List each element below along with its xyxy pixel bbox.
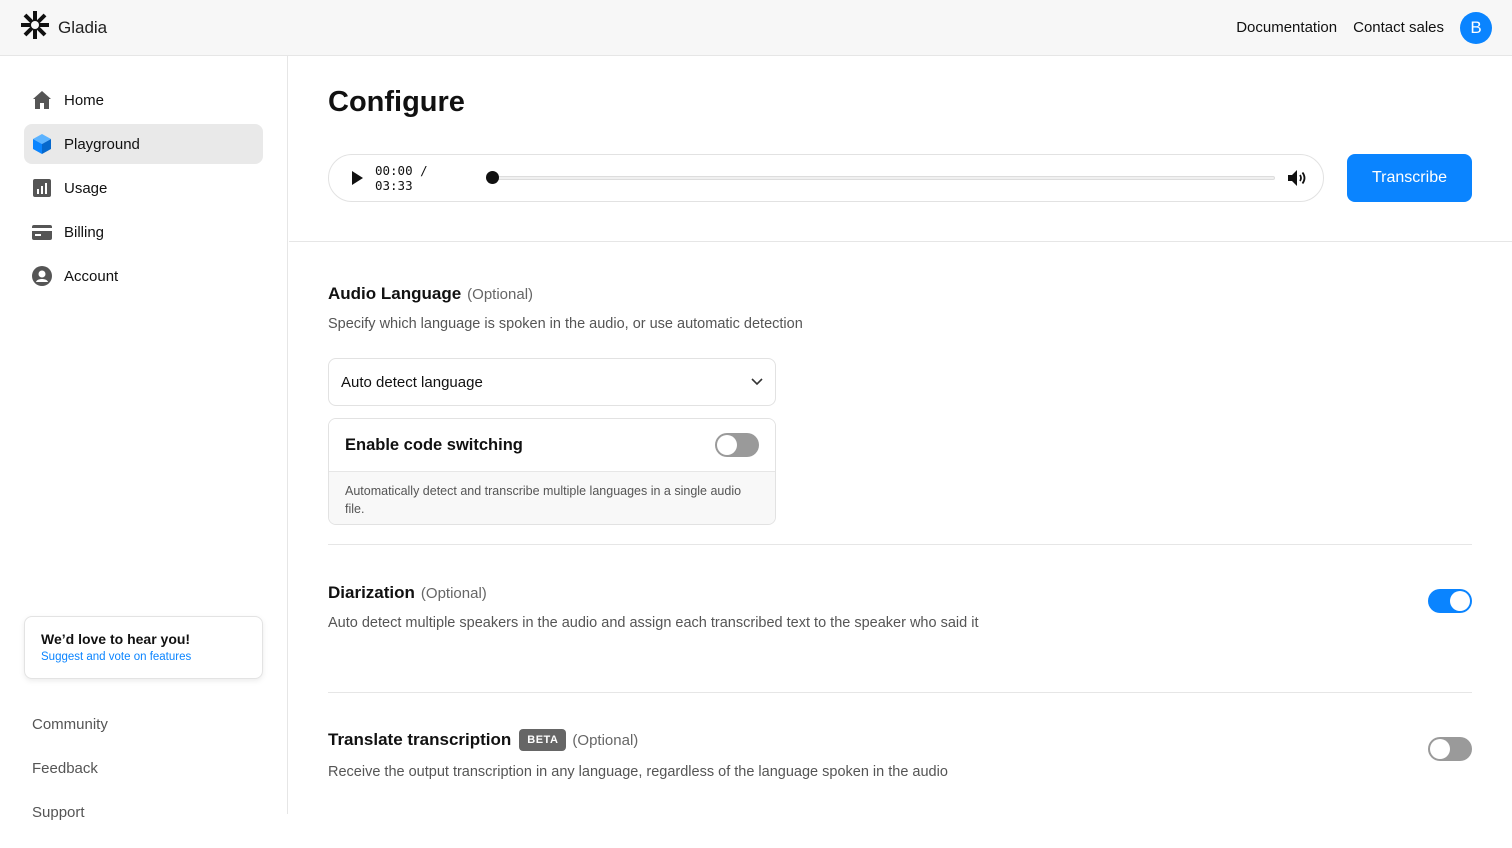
feedback-card: We’d love to hear you! Suggest and vote … [24, 616, 263, 679]
code-switching-description: Automatically detect and transcribe mult… [329, 472, 775, 524]
sidebar-item-usage[interactable]: Usage [24, 168, 263, 208]
audio-language-description: Specify which language is spoken in the … [328, 316, 803, 332]
current-time: 00:00 [374, 163, 413, 178]
beta-badge: BETA [519, 729, 567, 751]
divider [328, 692, 1472, 693]
diarization-description: Auto detect multiple speakers in the aud… [328, 615, 979, 631]
section-title-text: Diarization [328, 583, 415, 602]
sidebar-footer: Community Feedback Support [32, 716, 108, 848]
code-switching-header: Enable code switching [329, 419, 775, 472]
sidebar-nav: Home Playground Usage Billing Account [24, 80, 263, 300]
diarization-toggle[interactable] [1428, 589, 1472, 613]
sidebar-item-playground[interactable]: Playground [24, 124, 263, 164]
audio-player: 00:00 / 03:33 [328, 154, 1324, 202]
sidebar-item-label: Billing [64, 223, 105, 241]
play-icon[interactable] [349, 170, 365, 186]
seek-bar[interactable] [485, 171, 1275, 184]
cube-icon [32, 134, 52, 154]
optional-label: (Optional) [467, 285, 534, 303]
transcribe-button[interactable]: Transcribe [1347, 154, 1472, 202]
optional-label: (Optional) [420, 584, 487, 602]
main-content: Configure 00:00 / 03:33 Transcribe Audio… [289, 56, 1512, 814]
suggest-features-link[interactable]: Suggest and vote on features [41, 651, 246, 663]
brand[interactable]: Gladia [20, 10, 107, 45]
toggle-knob [717, 435, 737, 455]
language-select[interactable]: Auto detect language [328, 358, 776, 406]
toggle-knob [1430, 739, 1450, 759]
top-nav: Documentation Contact sales B [1236, 11, 1492, 44]
volume-icon[interactable] [1287, 169, 1307, 187]
section-title-text: Audio Language [328, 284, 462, 303]
home-icon [32, 90, 52, 110]
avatar[interactable]: B [1460, 11, 1492, 44]
translate-toggle[interactable] [1428, 737, 1472, 761]
player-time: 00:00 / 03:33 [375, 163, 473, 193]
toggle-knob [1450, 591, 1470, 611]
code-switching-toggle[interactable] [715, 433, 759, 457]
time-separator: / [420, 163, 428, 178]
documentation-link[interactable]: Documentation [1236, 19, 1337, 36]
top-bar: Gladia Documentation Contact sales B [0, 0, 1512, 56]
duration: 03:33 [374, 178, 413, 193]
user-circle-icon [32, 266, 52, 286]
support-link[interactable]: Support [32, 804, 108, 848]
divider [328, 544, 1472, 545]
translate-title: Translate transcription BETA (Optional) [328, 729, 638, 751]
sidebar-item-home[interactable]: Home [24, 80, 263, 120]
sidebar-item-account[interactable]: Account [24, 256, 263, 296]
feedback-title: We’d love to hear you! [41, 631, 191, 647]
seek-knob[interactable] [485, 171, 499, 184]
section-title-text: Translate transcription [328, 730, 512, 749]
code-switching-card: Enable code switching Automatically dete… [328, 418, 776, 525]
sidebar-item-label: Playground [64, 135, 140, 153]
divider [289, 241, 1512, 242]
language-select-value: Auto detect language [341, 373, 483, 391]
code-switching-title: Enable code switching [345, 435, 523, 454]
sidebar-item-billing[interactable]: Billing [24, 212, 263, 252]
diarization-title: Diarization (Optional) [328, 583, 487, 603]
bar-chart-icon [32, 178, 52, 198]
contact-sales-link[interactable]: Contact sales [1353, 19, 1444, 36]
credit-card-icon [32, 222, 52, 242]
translate-description: Receive the output transcription in any … [328, 764, 948, 780]
sidebar: Home Playground Usage Billing Account We… [0, 56, 288, 821]
brand-name: Gladia [58, 17, 108, 37]
feedback-link[interactable]: Feedback [32, 760, 108, 804]
optional-label: (Optional) [572, 731, 639, 749]
sidebar-item-label: Home [64, 91, 105, 109]
sidebar-item-label: Usage [64, 179, 108, 197]
chevron-down-icon [751, 373, 763, 391]
page-title: Configure [328, 86, 465, 118]
community-link[interactable]: Community [32, 716, 108, 760]
gladia-logo-icon [20, 10, 50, 45]
sidebar-item-label: Account [64, 267, 119, 285]
audio-language-title: Audio Language (Optional) [328, 284, 533, 304]
